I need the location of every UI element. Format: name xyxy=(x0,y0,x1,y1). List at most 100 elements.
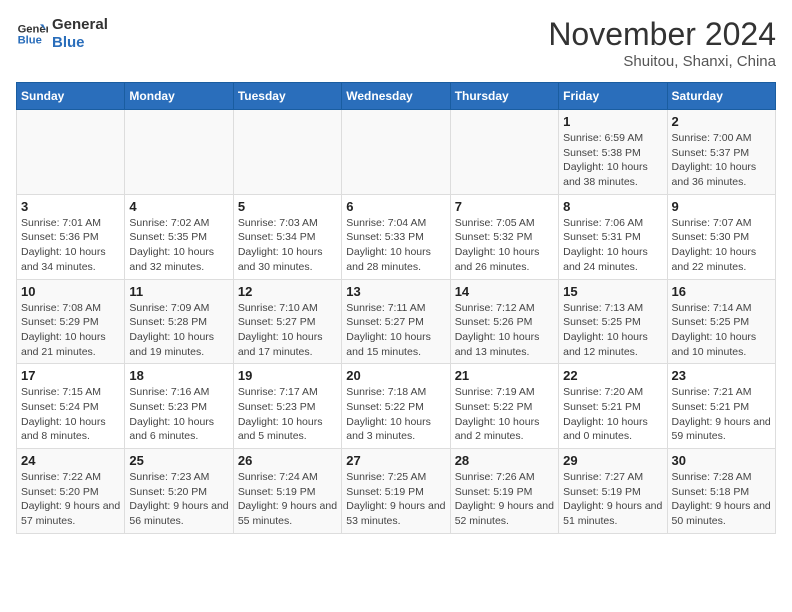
calendar-cell: 24 Sunrise: 7:22 AM Sunset: 5:20 PM Dayli… xyxy=(17,449,125,534)
calendar-cell: 17Sunrise: 7:15 AM Sunset: 5:24 PM Dayli… xyxy=(17,364,125,449)
day-number: 23 xyxy=(672,368,771,383)
svg-text:Blue: Blue xyxy=(18,35,42,47)
day-info: Sunrise: 7:04 AM Sunset: 5:33 PM Dayligh… xyxy=(346,216,445,275)
day-info: Sunrise: 7:27 AM Sunset: 5:19 PM Dayligh… xyxy=(563,470,662,529)
calendar-cell: 13 Sunrise: 7:11 AM Sunset: 5:27 PM Dayli… xyxy=(342,279,450,364)
calendar-cell: 9 Sunrise: 7:07 AM Sunset: 5:30 PM Daylig… xyxy=(667,194,775,279)
day-info: Sunrise: 6:59 AM Sunset: 5:38 PM Dayligh… xyxy=(563,131,662,190)
calendar-cell: 10Sunrise: 7:08 AM Sunset: 5:29 PM Dayli… xyxy=(17,279,125,364)
day-info: Sunrise: 7:25 AM Sunset: 5:19 PM Dayligh… xyxy=(346,470,445,529)
logo-blue: Blue xyxy=(52,34,108,52)
day-number: 21 xyxy=(455,368,554,383)
day-info: Sunrise: 7:23 AM Sunset: 5:20 PM Dayligh… xyxy=(129,470,228,529)
day-info: Sunrise: 7:22 AM Sunset: 5:20 PM Dayligh… xyxy=(21,470,120,529)
day-number: 4 xyxy=(129,199,228,214)
day-number: 11 xyxy=(129,284,228,299)
weekday-header-thursday: Thursday xyxy=(450,83,558,110)
calendar-cell: 8 Sunrise: 7:06 AM Sunset: 5:31 PM Daylig… xyxy=(559,194,667,279)
month-title: November 2024 xyxy=(548,16,776,53)
day-number: 12 xyxy=(238,284,337,299)
calendar-cell: 20 Sunrise: 7:18 AM Sunset: 5:22 PM Dayli… xyxy=(342,364,450,449)
calendar-cell: 4Sunrise: 7:02 AM Sunset: 5:35 PM Daylig… xyxy=(125,194,233,279)
day-number: 24 xyxy=(21,453,120,468)
day-info: Sunrise: 7:18 AM Sunset: 5:22 PM Dayligh… xyxy=(346,385,445,444)
calendar-table: SundayMondayTuesdayWednesdayThursdayFrid… xyxy=(16,82,776,534)
day-info: Sunrise: 7:20 AM Sunset: 5:21 PM Dayligh… xyxy=(563,385,662,444)
day-number: 5 xyxy=(238,199,337,214)
calendar-cell: 30 Sunrise: 7:28 AM Sunset: 5:18 PM Dayli… xyxy=(667,449,775,534)
calendar-cell: 23 Sunrise: 7:21 AM Sunset: 5:21 PM Dayli… xyxy=(667,364,775,449)
calendar-cell: 2Sunrise: 7:00 AM Sunset: 5:37 PM Daylig… xyxy=(667,110,775,195)
day-info: Sunrise: 7:09 AM Sunset: 5:28 PM Dayligh… xyxy=(129,301,228,360)
day-info: Sunrise: 7:11 AM Sunset: 5:27 PM Dayligh… xyxy=(346,301,445,360)
day-number: 6 xyxy=(346,199,445,214)
day-number: 13 xyxy=(346,284,445,299)
calendar-cell: 28Sunrise: 7:26 AM Sunset: 5:19 PM Dayli… xyxy=(450,449,558,534)
calendar-cell: 14 Sunrise: 7:12 AM Sunset: 5:26 PM Dayli… xyxy=(450,279,558,364)
page-header: General Blue General Blue November 2024 … xyxy=(16,16,776,70)
day-info: Sunrise: 7:16 AM Sunset: 5:23 PM Dayligh… xyxy=(129,385,228,444)
calendar-cell: 6 Sunrise: 7:04 AM Sunset: 5:33 PM Daylig… xyxy=(342,194,450,279)
day-info: Sunrise: 7:28 AM Sunset: 5:18 PM Dayligh… xyxy=(672,470,771,529)
weekday-header-wednesday: Wednesday xyxy=(342,83,450,110)
day-number: 19 xyxy=(238,368,337,383)
calendar-cell xyxy=(450,110,558,195)
location-subtitle: Shuitou, Shanxi, China xyxy=(548,53,776,70)
day-info: Sunrise: 7:19 AM Sunset: 5:22 PM Dayligh… xyxy=(455,385,554,444)
calendar-week-3: 10Sunrise: 7:08 AM Sunset: 5:29 PM Dayli… xyxy=(17,279,776,364)
day-number: 22 xyxy=(563,368,662,383)
day-info: Sunrise: 7:14 AM Sunset: 5:25 PM Dayligh… xyxy=(672,301,771,360)
day-number: 25 xyxy=(129,453,228,468)
day-number: 1 xyxy=(563,114,662,129)
day-info: Sunrise: 7:10 AM Sunset: 5:27 PM Dayligh… xyxy=(238,301,337,360)
calendar-cell: 15 Sunrise: 7:13 AM Sunset: 5:25 PM Dayli… xyxy=(559,279,667,364)
day-number: 18 xyxy=(129,368,228,383)
weekday-header-sunday: Sunday xyxy=(17,83,125,110)
calendar-cell: 27 Sunrise: 7:25 AM Sunset: 5:19 PM Dayli… xyxy=(342,449,450,534)
calendar-cell: 12 Sunrise: 7:10 AM Sunset: 5:27 PM Dayli… xyxy=(233,279,341,364)
calendar-cell: 16 Sunrise: 7:14 AM Sunset: 5:25 PM Dayli… xyxy=(667,279,775,364)
calendar-cell: 7Sunrise: 7:05 AM Sunset: 5:32 PM Daylig… xyxy=(450,194,558,279)
calendar-cell: 22 Sunrise: 7:20 AM Sunset: 5:21 PM Dayli… xyxy=(559,364,667,449)
day-number: 16 xyxy=(672,284,771,299)
day-info: Sunrise: 7:07 AM Sunset: 5:30 PM Dayligh… xyxy=(672,216,771,275)
day-number: 15 xyxy=(563,284,662,299)
calendar-cell: 11 Sunrise: 7:09 AM Sunset: 5:28 PM Dayli… xyxy=(125,279,233,364)
day-number: 8 xyxy=(563,199,662,214)
day-number: 14 xyxy=(455,284,554,299)
calendar-cell: 3 Sunrise: 7:01 AM Sunset: 5:36 PM Daylig… xyxy=(17,194,125,279)
calendar-week-2: 3 Sunrise: 7:01 AM Sunset: 5:36 PM Daylig… xyxy=(17,194,776,279)
day-number: 9 xyxy=(672,199,771,214)
calendar-cell xyxy=(17,110,125,195)
day-number: 20 xyxy=(346,368,445,383)
calendar-cell: 18 Sunrise: 7:16 AM Sunset: 5:23 PM Dayli… xyxy=(125,364,233,449)
calendar-cell: 1 Sunrise: 6:59 AM Sunset: 5:38 PM Daylig… xyxy=(559,110,667,195)
weekday-header-saturday: Saturday xyxy=(667,83,775,110)
day-number: 27 xyxy=(346,453,445,468)
calendar-cell: 26Sunrise: 7:24 AM Sunset: 5:19 PM Dayli… xyxy=(233,449,341,534)
day-number: 10 xyxy=(21,284,120,299)
day-info: Sunrise: 7:03 AM Sunset: 5:34 PM Dayligh… xyxy=(238,216,337,275)
day-number: 7 xyxy=(455,199,554,214)
day-info: Sunrise: 7:15 AM Sunset: 5:24 PM Dayligh… xyxy=(21,385,120,444)
calendar-cell xyxy=(233,110,341,195)
calendar-cell xyxy=(125,110,233,195)
day-number: 30 xyxy=(672,453,771,468)
title-block: November 2024 Shuitou, Shanxi, China xyxy=(548,16,776,70)
day-info: Sunrise: 7:01 AM Sunset: 5:36 PM Dayligh… xyxy=(21,216,120,275)
day-info: Sunrise: 7:17 AM Sunset: 5:23 PM Dayligh… xyxy=(238,385,337,444)
calendar-week-4: 17Sunrise: 7:15 AM Sunset: 5:24 PM Dayli… xyxy=(17,364,776,449)
day-info: Sunrise: 7:21 AM Sunset: 5:21 PM Dayligh… xyxy=(672,385,771,444)
calendar-cell: 25 Sunrise: 7:23 AM Sunset: 5:20 PM Dayli… xyxy=(125,449,233,534)
weekday-header-friday: Friday xyxy=(559,83,667,110)
day-number: 3 xyxy=(21,199,120,214)
weekday-header-monday: Monday xyxy=(125,83,233,110)
day-info: Sunrise: 7:06 AM Sunset: 5:31 PM Dayligh… xyxy=(563,216,662,275)
calendar-week-5: 24 Sunrise: 7:22 AM Sunset: 5:20 PM Dayli… xyxy=(17,449,776,534)
calendar-cell: 5 Sunrise: 7:03 AM Sunset: 5:34 PM Daylig… xyxy=(233,194,341,279)
day-info: Sunrise: 7:24 AM Sunset: 5:19 PM Dayligh… xyxy=(238,470,337,529)
day-info: Sunrise: 7:00 AM Sunset: 5:37 PM Dayligh… xyxy=(672,131,771,190)
day-info: Sunrise: 7:13 AM Sunset: 5:25 PM Dayligh… xyxy=(563,301,662,360)
day-info: Sunrise: 7:12 AM Sunset: 5:26 PM Dayligh… xyxy=(455,301,554,360)
calendar-cell: 21 Sunrise: 7:19 AM Sunset: 5:22 PM Dayli… xyxy=(450,364,558,449)
